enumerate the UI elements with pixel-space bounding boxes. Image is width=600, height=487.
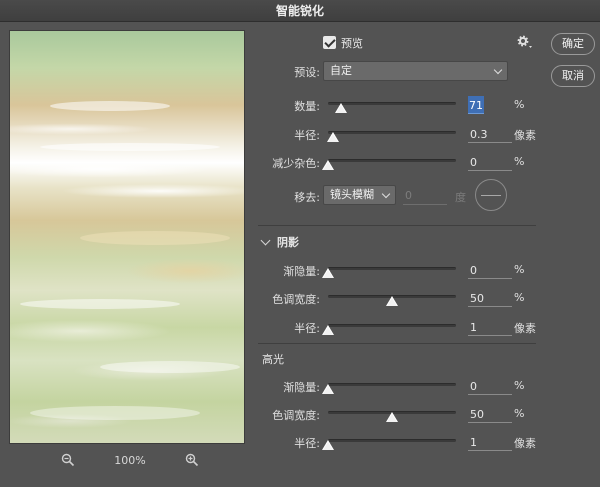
amount-label: 数量:	[294, 100, 320, 113]
shadows-radius-input[interactable]	[468, 318, 512, 336]
chevron-down-icon	[493, 65, 503, 75]
shadows-section-toggle[interactable]: 阴影	[260, 234, 299, 250]
shadows-radius-row: 半径: 像素	[252, 318, 592, 336]
highlights-tonal-label: 色调宽度:	[272, 409, 320, 422]
zoom-level: 100%	[114, 453, 146, 467]
preview-label: 预览	[341, 37, 363, 50]
remove-value: 镜头模糊	[330, 188, 374, 201]
shadows-tonal-label: 色调宽度:	[272, 293, 320, 306]
reduce-noise-input[interactable]	[468, 153, 512, 171]
zoom-out-icon[interactable]	[60, 452, 76, 468]
shadows-radius-label: 半径:	[294, 322, 320, 335]
highlights-radius-row: 半径: 像素	[252, 433, 592, 451]
highlights-tonal-input[interactable]	[468, 405, 512, 423]
amount-row: 数量: %	[252, 96, 592, 114]
preset-select[interactable]: 自定	[323, 61, 508, 81]
radius-slider-thumb[interactable]	[327, 132, 340, 142]
ok-button[interactable]: 确定	[551, 33, 595, 55]
preset-value: 自定	[330, 64, 352, 77]
radius-unit: 像素	[514, 129, 536, 142]
reduce-noise-label: 减少杂色:	[272, 157, 320, 170]
shadows-fade-row: 渐隐量: %	[252, 261, 592, 279]
remove-label: 移去:	[294, 191, 320, 204]
angle-input: 0	[403, 187, 447, 205]
window-title: 智能锐化	[0, 0, 600, 22]
preset-label: 预设:	[294, 66, 320, 79]
highlights-radius-slider[interactable]	[322, 439, 456, 450]
highlights-radius-unit: 像素	[514, 437, 536, 450]
shadows-fade-unit: %	[514, 263, 525, 276]
angle-unit: 度	[455, 191, 466, 204]
shadows-radius-slider-thumb[interactable]	[322, 325, 334, 335]
shadows-tonal-input[interactable]	[468, 289, 512, 307]
highlights-fade-input[interactable]	[468, 377, 512, 395]
amount-slider-thumb[interactable]	[334, 103, 347, 113]
chevron-down-icon	[381, 189, 391, 199]
shadows-tonal-slider-thumb[interactable]	[386, 296, 398, 306]
amount-unit: %	[514, 98, 525, 111]
highlights-fade-row: 渐隐量: %	[252, 377, 592, 395]
highlights-radius-slider-thumb[interactable]	[322, 440, 334, 450]
reduce-noise-slider-thumb[interactable]	[322, 160, 334, 170]
reduce-noise-slider[interactable]	[322, 159, 456, 170]
highlights-tonal-slider-thumb[interactable]	[386, 412, 398, 422]
radius-input[interactable]	[468, 125, 512, 143]
shadows-tonal-row: 色调宽度: %	[252, 289, 592, 307]
highlights-fade-unit: %	[514, 379, 525, 392]
shadows-fade-input[interactable]	[468, 261, 512, 279]
shadows-heading: 阴影	[277, 236, 299, 249]
reduce-noise-row: 减少杂色: %	[252, 153, 592, 171]
shadows-fade-slider-thumb[interactable]	[322, 268, 334, 278]
preview-checkbox[interactable]	[323, 36, 336, 49]
radius-label: 半径:	[294, 129, 320, 142]
radius-row: 半径: 像素	[252, 125, 592, 143]
amount-slider[interactable]	[328, 102, 456, 113]
remove-select[interactable]: 镜头模糊	[323, 185, 396, 205]
zoom-controls: 100%	[60, 452, 200, 468]
highlights-fade-label: 渐隐量:	[283, 381, 320, 394]
shadows-fade-slider[interactable]	[322, 267, 456, 278]
highlights-fade-slider-thumb[interactable]	[322, 384, 334, 394]
reduce-noise-unit: %	[514, 155, 525, 168]
radius-slider[interactable]	[327, 131, 456, 142]
shadows-radius-slider[interactable]	[322, 324, 456, 335]
highlights-tonal-row: 色调宽度: %	[252, 405, 592, 423]
highlights-fade-slider[interactable]	[322, 383, 456, 394]
shadows-radius-unit: 像素	[514, 322, 536, 335]
highlights-heading: 高光	[262, 353, 284, 366]
section-divider	[258, 343, 536, 344]
angle-dial	[475, 179, 507, 211]
shadows-fade-label: 渐隐量:	[283, 265, 320, 278]
gear-icon[interactable]	[517, 35, 535, 51]
highlights-tonal-unit: %	[514, 407, 525, 420]
highlights-radius-label: 半径:	[294, 437, 320, 450]
chevron-down-icon	[260, 235, 271, 246]
highlights-tonal-slider[interactable]	[328, 411, 456, 422]
section-divider	[258, 225, 536, 226]
shadows-tonal-unit: %	[514, 291, 525, 304]
preview-image[interactable]	[9, 30, 245, 444]
zoom-in-icon[interactable]	[184, 452, 200, 468]
amount-input[interactable]	[468, 96, 484, 114]
highlights-radius-input[interactable]	[468, 433, 512, 451]
shadows-tonal-slider[interactable]	[328, 295, 456, 306]
